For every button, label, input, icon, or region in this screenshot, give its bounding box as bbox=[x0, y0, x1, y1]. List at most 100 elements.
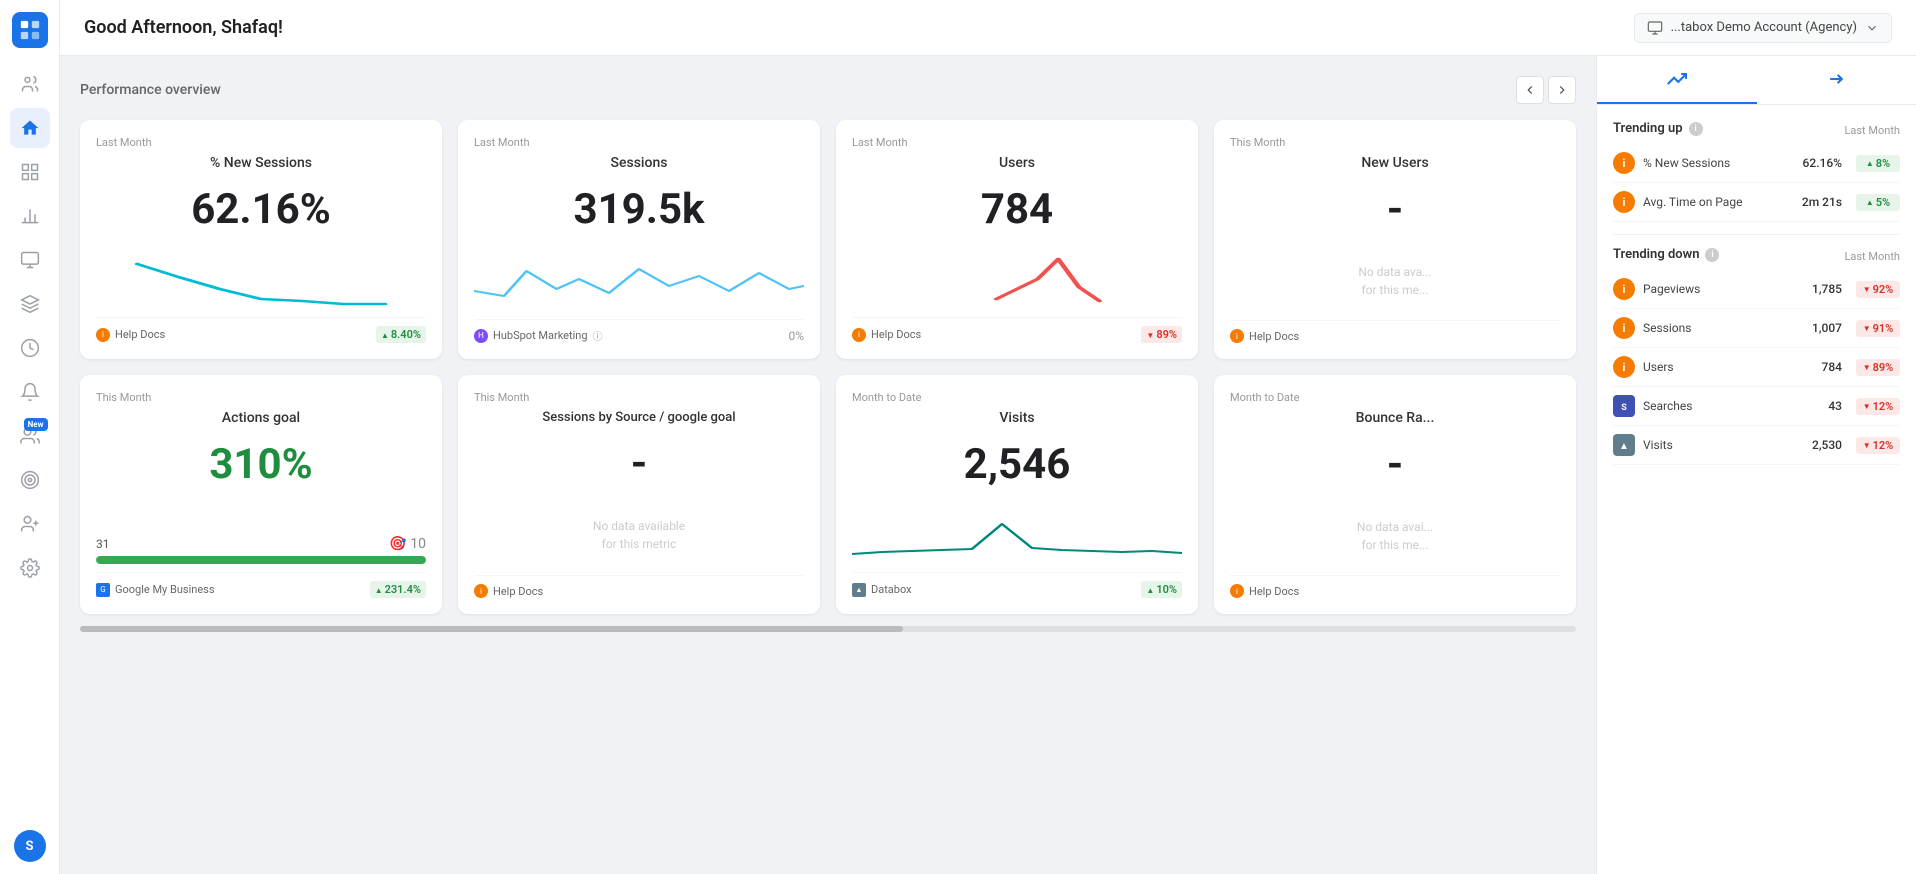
trend-item-name: Pageviews bbox=[1643, 282, 1804, 296]
source-icon: i bbox=[1230, 584, 1244, 598]
trend-item-sessions: i Sessions 1,007 ▼ 91% bbox=[1613, 309, 1900, 348]
card-footer: i Help Docs bbox=[474, 575, 804, 598]
trend-item-value: 784 bbox=[1822, 360, 1842, 374]
avatar[interactable]: S bbox=[14, 830, 46, 862]
trend-item-pageviews: i Pageviews 1,785 ▼ 92% bbox=[1613, 270, 1900, 309]
change-badge: 10% bbox=[1141, 581, 1182, 598]
scroll-track[interactable] bbox=[80, 626, 1576, 632]
scroll-thumb bbox=[80, 626, 903, 632]
account-name: ...tabox Demo Account (Agency) bbox=[1671, 20, 1857, 35]
trend-item-value: 43 bbox=[1828, 399, 1842, 413]
card-visits: Month to Date Visits 2,546 ▲ Databox bbox=[836, 375, 1198, 614]
sidebar-item-metrics[interactable] bbox=[10, 196, 50, 236]
divider bbox=[1613, 234, 1900, 235]
trend-item-value: 2,530 bbox=[1812, 438, 1842, 452]
card-footer: i Help Docs 89% bbox=[852, 317, 1182, 343]
info-icon: i bbox=[1689, 122, 1703, 136]
sidebar-item-alerts[interactable] bbox=[10, 372, 50, 412]
source-name: Help Docs bbox=[871, 328, 921, 341]
panel-content: Trending up i Last Month i % New Session… bbox=[1597, 105, 1916, 874]
prev-button[interactable] bbox=[1516, 76, 1544, 104]
card-metric-name: New Users bbox=[1230, 155, 1560, 171]
sidebar-item-users-new[interactable]: New bbox=[10, 416, 50, 456]
card-metric-name: Sessions by Source / google goal bbox=[474, 410, 804, 425]
source-icon: i bbox=[96, 328, 110, 342]
card-actions-goal: This Month Actions goal 310% 31 🎯 10 bbox=[80, 375, 442, 614]
sidebar-item-settings[interactable] bbox=[10, 548, 50, 588]
sidebar-item-user-group[interactable] bbox=[10, 64, 50, 104]
goal-icon: 🎯 10 bbox=[389, 536, 426, 552]
trend-item-searches: S Searches 43 ▼ 12% bbox=[1613, 387, 1900, 426]
trend-item-value: 62.16% bbox=[1803, 156, 1842, 170]
info-icon: i bbox=[1705, 248, 1719, 262]
no-data-text: No data avai...for this me... bbox=[1230, 496, 1560, 575]
app-logo[interactable] bbox=[12, 12, 48, 48]
sidebar-item-target[interactable] bbox=[10, 460, 50, 500]
card-metric-name: Sessions bbox=[474, 155, 804, 171]
metric-icon: i bbox=[1613, 191, 1635, 213]
trend-item-new-sessions: i % New Sessions 62.16% ▲ 8% bbox=[1613, 144, 1900, 183]
metric-icon: S bbox=[1613, 395, 1635, 417]
change-badge: 231.4% bbox=[370, 581, 426, 598]
source-icon: i bbox=[474, 584, 488, 598]
account-selector[interactable]: ...tabox Demo Account (Agency) bbox=[1634, 13, 1892, 43]
card-footer: G Google My Business 231.4% bbox=[96, 572, 426, 598]
source-name: HubSpot Marketing bbox=[493, 329, 588, 342]
sidebar-item-user-management[interactable] bbox=[10, 504, 50, 544]
source-icon: i bbox=[1230, 329, 1244, 343]
sidebar-item-reports[interactable] bbox=[10, 152, 50, 192]
metric-icon: i bbox=[1613, 278, 1635, 300]
card-period: Month to Date bbox=[1230, 391, 1560, 404]
account-icon bbox=[1647, 20, 1663, 36]
source-name: Help Docs bbox=[1249, 330, 1299, 343]
card-users: Last Month Users 784 i Help Docs bbox=[836, 120, 1198, 359]
card-period: Last Month bbox=[96, 136, 426, 149]
perf-nav bbox=[1516, 76, 1576, 104]
card-footer: ▲ Databox 10% bbox=[852, 572, 1182, 598]
card-footer: i Help Docs bbox=[1230, 575, 1560, 598]
card-footer: H HubSpot Marketing ⓘ 0% bbox=[474, 319, 804, 343]
source-name: Help Docs bbox=[1249, 585, 1299, 598]
source-icon: ▲ bbox=[852, 583, 866, 597]
card-period: This Month bbox=[1230, 136, 1560, 149]
tab-trending-flat[interactable] bbox=[1757, 56, 1916, 104]
trend-badge: ▼ 91% bbox=[1856, 320, 1900, 337]
source-name: Help Docs bbox=[115, 328, 165, 341]
card-source: i Help Docs bbox=[1230, 329, 1299, 343]
progress-section: 31 🎯 10 bbox=[96, 496, 426, 572]
source-icon: H bbox=[474, 329, 488, 343]
card-source: H HubSpot Marketing ⓘ bbox=[474, 328, 603, 343]
card-bounce-rate: Month to Date Bounce Ra... - No data ava… bbox=[1214, 375, 1576, 614]
trending-up-title: Trending up i bbox=[1613, 121, 1703, 136]
card-footer: i Help Docs 8.40% bbox=[96, 317, 426, 343]
card-chart bbox=[852, 504, 1182, 564]
trend-badge: ▼ 12% bbox=[1856, 437, 1900, 454]
card-period: Month to Date bbox=[852, 391, 1182, 404]
card-value: 62.16% bbox=[96, 187, 426, 233]
trending-down-header: Trending down i Last Month bbox=[1613, 247, 1900, 266]
trending-up-icon bbox=[1667, 69, 1687, 89]
tab-trending-up[interactable] bbox=[1597, 56, 1757, 104]
trend-item-value: 1,785 bbox=[1812, 282, 1842, 296]
next-button[interactable] bbox=[1548, 76, 1576, 104]
trend-badge: ▼ 92% bbox=[1856, 281, 1900, 298]
sidebar-item-tv[interactable] bbox=[10, 240, 50, 280]
trend-item-visits: ▲ Visits 2,530 ▼ 12% bbox=[1613, 426, 1900, 465]
change-badge: 0% bbox=[788, 329, 804, 343]
svg-text:S: S bbox=[1621, 403, 1627, 413]
card-chart bbox=[96, 249, 426, 309]
card-value: 784 bbox=[852, 187, 1182, 233]
source-icon: G bbox=[96, 583, 110, 597]
trend-badge: ▼ 89% bbox=[1856, 359, 1900, 376]
sidebar-item-layers[interactable] bbox=[10, 284, 50, 324]
sidebar-item-home[interactable] bbox=[10, 108, 50, 148]
header: Good Afternoon, Shafaq! ...tabox Demo Ac… bbox=[60, 0, 1916, 56]
trend-item-value: 1,007 bbox=[1812, 321, 1842, 335]
trend-item-name: Users bbox=[1643, 360, 1814, 374]
sidebar-item-goals[interactable] bbox=[10, 328, 50, 368]
up-arrow bbox=[1146, 583, 1154, 596]
card-chart bbox=[852, 249, 1182, 309]
card-value: - bbox=[474, 441, 804, 487]
trend-item-avg-time: i Avg. Time on Page 2m 21s ▲ 5% bbox=[1613, 183, 1900, 222]
progress-bar-bg bbox=[96, 556, 426, 564]
